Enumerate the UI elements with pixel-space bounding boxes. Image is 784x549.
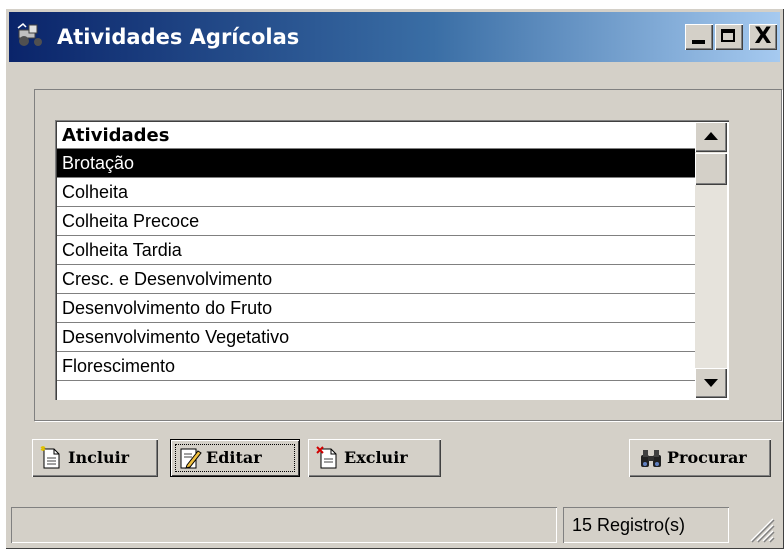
arrow-down-icon xyxy=(704,379,718,387)
window-title: Atividades Agrícolas xyxy=(57,25,300,49)
editar-label: Editar xyxy=(206,448,262,467)
minimize-icon xyxy=(692,40,705,44)
procurar-label: Procurar xyxy=(667,448,747,467)
procurar-button[interactable]: Procurar xyxy=(629,439,771,477)
close-button[interactable]: X xyxy=(749,24,777,50)
title-bar[interactable]: Atividades Agrícolas X xyxy=(9,12,780,62)
excluir-button[interactable]: Excluir xyxy=(308,439,441,477)
close-icon: X xyxy=(754,24,772,49)
grid-rows: Atividades Brotação Colheita Colheita Pr… xyxy=(57,122,695,381)
grid-row[interactable]: Cresc. e Desenvolvimento xyxy=(57,265,695,294)
excluir-label: Excluir xyxy=(344,448,408,467)
grid-row[interactable]: Colheita Tardia xyxy=(57,236,695,265)
grid-row[interactable]: Brotação xyxy=(57,149,695,178)
new-document-icon xyxy=(40,446,64,470)
status-panel-message xyxy=(11,507,557,543)
grid-row[interactable]: Colheita xyxy=(57,178,695,207)
edit-pencil-icon xyxy=(178,446,202,470)
activities-grid[interactable]: Atividades Brotação Colheita Colheita Pr… xyxy=(55,120,729,400)
binoculars-icon xyxy=(639,446,663,470)
delete-document-icon xyxy=(316,446,340,470)
scroll-up-button[interactable] xyxy=(695,122,727,152)
main-window: Atividades Agrícolas X Atividades Brotaç… xyxy=(5,8,784,549)
column-header-atividades[interactable]: Atividades xyxy=(57,122,695,149)
minimize-button[interactable] xyxy=(685,24,713,50)
grid-row[interactable]: Desenvolvimento do Fruto xyxy=(57,294,695,323)
maximize-icon xyxy=(721,29,735,42)
scroll-thumb[interactable] xyxy=(695,153,727,185)
status-bar: 15 Registro(s) xyxy=(11,507,784,545)
grid-row[interactable]: Desenvolvimento Vegetativo xyxy=(57,323,695,352)
arrow-up-icon xyxy=(704,132,718,140)
size-grip-icon[interactable] xyxy=(745,513,775,543)
incluir-button[interactable]: Incluir xyxy=(32,439,158,477)
maximize-button[interactable] xyxy=(715,24,743,50)
app-tractor-icon[interactable] xyxy=(17,22,47,48)
grid-row[interactable]: Florescimento xyxy=(57,352,695,381)
scroll-down-button[interactable] xyxy=(695,368,727,398)
grid-row[interactable]: Colheita Precoce xyxy=(57,207,695,236)
incluir-label: Incluir xyxy=(68,448,130,467)
editar-button[interactable]: Editar xyxy=(170,439,300,477)
vertical-scrollbar[interactable] xyxy=(695,122,727,398)
record-count: 15 Registro(s) xyxy=(563,507,729,543)
